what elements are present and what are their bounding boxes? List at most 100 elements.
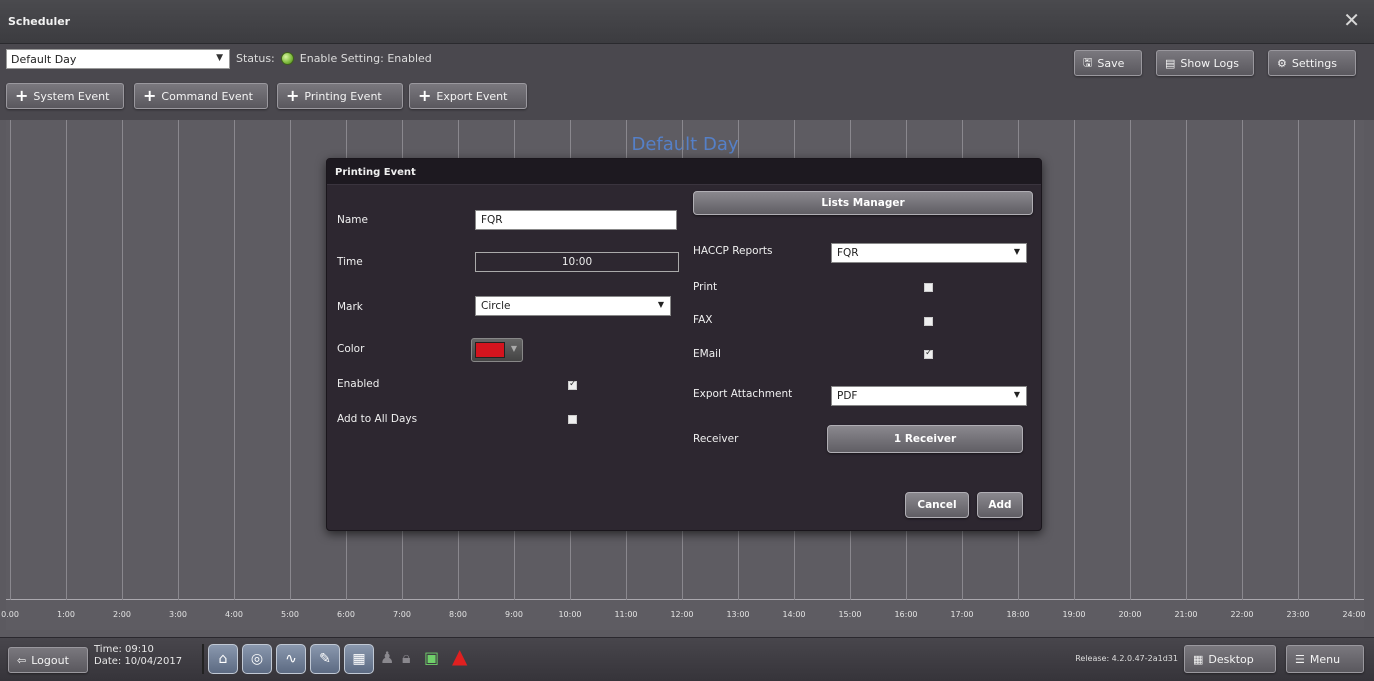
title-bar: Scheduler ✕ xyxy=(0,0,1374,44)
hour-label: 17:00 xyxy=(950,610,974,619)
mark-select[interactable]: Circle ▼ xyxy=(475,296,671,316)
hour-gridline xyxy=(10,120,11,600)
name-input[interactable]: FQR xyxy=(475,210,677,230)
menu-icon: ☰ xyxy=(1295,652,1305,666)
haccp-select-value: FQR xyxy=(837,247,859,259)
add-button[interactable]: Add xyxy=(977,492,1023,518)
monitor-icon[interactable]: ▣ xyxy=(424,648,439,667)
hour-label: 7:00 xyxy=(393,610,411,619)
lists-manager-button[interactable]: Lists Manager xyxy=(693,191,1033,215)
add-system-event-label: System Event xyxy=(33,89,110,103)
save-button[interactable]: 🖫 Save xyxy=(1074,50,1142,76)
add-all-days-checkbox[interactable] xyxy=(568,415,577,424)
receiver-label: Receiver xyxy=(693,433,739,445)
print-label: Print xyxy=(693,281,718,293)
add-command-event-label: Command Event xyxy=(161,89,253,103)
timeline-baseline xyxy=(6,599,1364,600)
haccp-select[interactable]: FQR ▼ xyxy=(831,243,1027,263)
add-printing-event-label: Printing Event xyxy=(304,89,382,103)
binoculars-icon[interactable]: ◎ xyxy=(242,644,272,674)
hour-label: 11:00 xyxy=(614,610,638,619)
chevron-down-icon: ▼ xyxy=(510,344,517,353)
hour-label: 2:00 xyxy=(113,610,131,619)
hour-gridline xyxy=(1298,120,1299,600)
export-attachment-value: PDF xyxy=(837,390,858,402)
hour-label: 22:00 xyxy=(1230,610,1254,619)
hour-label: 9:00 xyxy=(505,610,523,619)
email-checkbox[interactable] xyxy=(924,348,933,359)
receiver-button[interactable]: 1 Receiver xyxy=(827,425,1023,453)
menu-label: Menu xyxy=(1309,652,1341,666)
grid-icon[interactable]: ▦ xyxy=(344,644,374,674)
hour-label: 20:00 xyxy=(1118,610,1142,619)
status-area: Status: Enable Setting: Enabled xyxy=(236,52,432,65)
settings-button[interactable]: ⚙ Settings xyxy=(1268,50,1356,76)
hour-label: 1:00 xyxy=(57,610,75,619)
time-text: Time: 09:10 xyxy=(94,644,154,655)
hour-label: 23:00 xyxy=(1286,610,1310,619)
desktop-icon: ▦ xyxy=(1193,652,1204,666)
export-attachment-select[interactable]: PDF ▼ xyxy=(831,386,1027,406)
time-input[interactable]: 10:00 xyxy=(475,252,679,272)
plus-icon: + xyxy=(418,86,432,105)
alert-icon[interactable]: ▲ xyxy=(452,644,467,668)
day-select[interactable]: Default Day ▼ xyxy=(6,49,230,69)
hour-gridline xyxy=(234,120,235,600)
hour-gridline xyxy=(1242,120,1243,600)
edit-icon[interactable]: ✎ xyxy=(310,644,340,674)
enable-setting-text: Enable Setting: Enabled xyxy=(299,52,432,65)
hour-gridline xyxy=(1130,120,1131,600)
chart-icon[interactable]: ∿ xyxy=(276,644,306,674)
time-label: Time xyxy=(337,256,363,268)
save-label: Save xyxy=(1097,56,1125,70)
logout-button[interactable]: ⇦ Logout xyxy=(8,647,88,673)
show-logs-button[interactable]: ▤ Show Logs xyxy=(1156,50,1254,76)
logout-icon: ⇦ xyxy=(17,653,27,667)
bottom-bar: ⇦ Logout Time: 09:10 Date: 10/04/2017 ⌂ … xyxy=(0,637,1374,681)
hour-label: 21:00 xyxy=(1174,610,1198,619)
hour-label: 13:00 xyxy=(726,610,750,619)
timeline-title: Default Day xyxy=(631,134,739,155)
hour-label: 0.00 xyxy=(1,610,19,619)
desktop-button[interactable]: ▦ Desktop xyxy=(1184,645,1276,673)
color-picker[interactable]: ▼ xyxy=(471,338,523,362)
add-printing-event-button[interactable]: + Printing Event xyxy=(277,83,403,109)
hour-gridline xyxy=(66,120,67,600)
print-checkbox[interactable] xyxy=(924,283,933,292)
add-export-event-button[interactable]: + Export Event xyxy=(409,83,527,109)
add-command-event-button[interactable]: + Command Event xyxy=(134,83,268,109)
version-text: Release: 4.2.0.47-2a1d31 xyxy=(1075,654,1178,663)
status-indicator-icon xyxy=(280,52,294,65)
day-select-value: Default Day xyxy=(11,53,77,66)
color-label: Color xyxy=(337,343,365,355)
fax-checkbox[interactable] xyxy=(924,317,933,326)
show-logs-label: Show Logs xyxy=(1180,56,1239,70)
chevron-down-icon: ▼ xyxy=(216,53,223,63)
hour-label: 5:00 xyxy=(281,610,299,619)
dialog-title: Printing Event xyxy=(327,159,1041,185)
close-icon[interactable]: ✕ xyxy=(1343,8,1360,32)
add-system-event-button[interactable]: + System Event xyxy=(6,83,124,109)
plus-icon: + xyxy=(143,86,157,105)
logout-label: Logout xyxy=(31,653,69,667)
hour-gridline xyxy=(122,120,123,600)
hour-label: 4:00 xyxy=(225,610,243,619)
hour-gridline xyxy=(1074,120,1075,600)
window-title: Scheduler xyxy=(8,15,71,28)
plus-icon: + xyxy=(286,86,300,105)
hour-gridline xyxy=(178,120,179,600)
lock-icon: 🔒︎ xyxy=(402,648,411,667)
person-icon: ♟ xyxy=(380,648,395,667)
cancel-button[interactable]: Cancel xyxy=(905,492,969,518)
desktop-label: Desktop xyxy=(1208,652,1254,666)
chevron-down-icon: ▼ xyxy=(1013,247,1020,256)
enabled-checkbox[interactable] xyxy=(568,379,577,390)
settings-label: Settings xyxy=(1291,56,1337,70)
menu-button[interactable]: ☰ Menu xyxy=(1286,645,1364,673)
hour-label: 16:00 xyxy=(894,610,918,619)
mark-select-value: Circle xyxy=(481,300,511,312)
plus-icon: + xyxy=(15,86,29,105)
home-icon[interactable]: ⌂ xyxy=(208,644,238,674)
hour-label: 19:00 xyxy=(1062,610,1086,619)
fax-label: FAX xyxy=(693,314,713,326)
